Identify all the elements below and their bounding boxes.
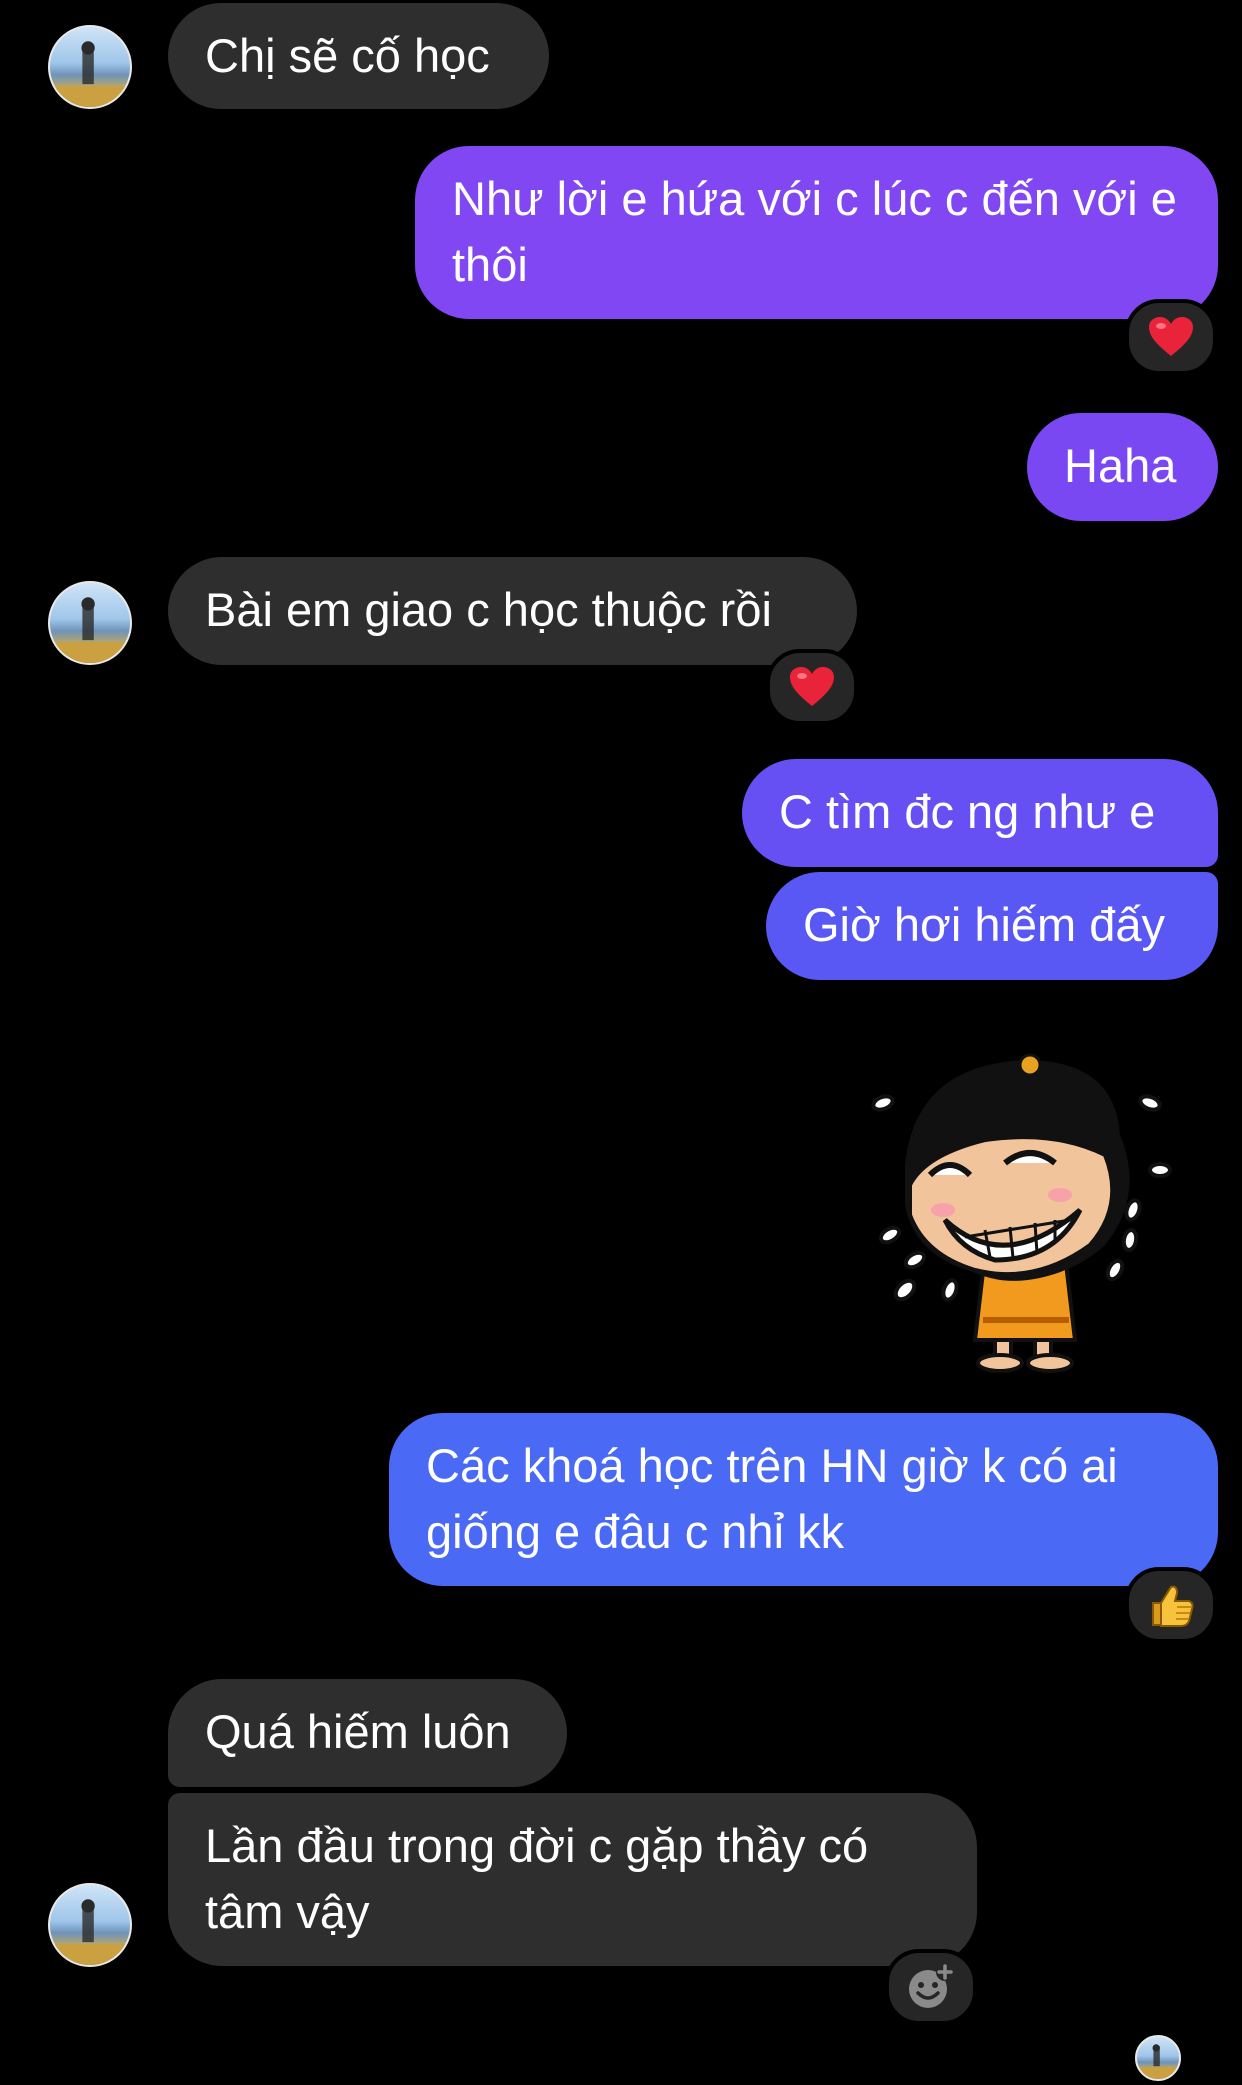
message-bubble-outgoing[interactable]: Các khoá học trên HN giờ k có ai giống e…: [389, 1413, 1218, 1586]
contact-avatar[interactable]: [48, 1883, 132, 1967]
message-bubble-incoming[interactable]: Bài em giao c học thuộc rồi: [168, 557, 857, 665]
reaction-heart[interactable]: [1125, 299, 1217, 375]
sticker-laughing-kid[interactable]: [855, 1045, 1185, 1375]
message-bubble-incoming[interactable]: Quá hiếm luôn: [168, 1679, 567, 1787]
contact-avatar[interactable]: [48, 581, 132, 665]
read-receipt-avatar: [1135, 2035, 1181, 2081]
add-reaction-button[interactable]: [885, 1949, 977, 2025]
heart-icon: [790, 667, 834, 706]
message-bubble-outgoing[interactable]: Giờ hơi hiếm đấy: [766, 872, 1218, 980]
heart-icon: [1149, 317, 1193, 356]
contact-avatar[interactable]: [48, 25, 132, 109]
reaction-heart[interactable]: [766, 649, 858, 725]
add-reaction-icon: [909, 1963, 954, 2008]
thumbs-up-icon: [1152, 1585, 1194, 1627]
reaction-thumbs-up[interactable]: [1125, 1567, 1217, 1643]
message-bubble-outgoing[interactable]: C tìm đc ng như e: [742, 759, 1218, 867]
message-bubble-incoming[interactable]: Lần đầu trong đời c gặp thầy có tâm vậy: [168, 1793, 977, 1966]
message-bubble-outgoing[interactable]: Như lời e hứa với c lúc c đến với e thôi: [415, 146, 1218, 319]
message-bubble-incoming[interactable]: Chị sẽ cố học: [168, 3, 549, 109]
message-bubble-outgoing[interactable]: Haha: [1027, 413, 1218, 521]
